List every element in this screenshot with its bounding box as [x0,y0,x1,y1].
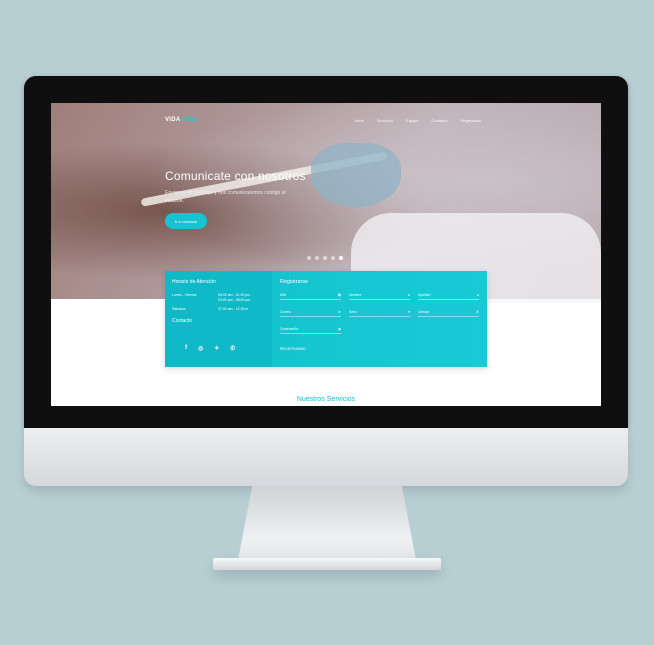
nav-item-equipo[interactable]: Equipo [406,118,418,123]
services-section-title: Nuestros Servicios [296,396,356,403]
nav-item-inicio[interactable]: Inicio [354,118,363,123]
monitor-stand-base [213,558,441,570]
brand-prefix: VIDA [165,117,181,123]
register-panel: Registrarse DNI ▣ Nombre ● Apellido ● Corre… [272,271,487,367]
contact-title: Contacto [172,318,193,324]
social-links: f ◎ ✦ ✆ [185,345,235,352]
hero-text: Envianos un mensaje y nos comunicaremos … [165,190,286,204]
dni-field[interactable]: DNI ▣ [280,293,341,300]
chevron-down-icon: ▾ [408,310,410,314]
hours-row: Lunes - Viernes 08:00 am - 01:00 pm 03:0… [172,293,265,303]
register-form: DNI ▣ Nombre ● Apellido ● Correo ➤ Sexo ▾ Cel… [280,293,479,334]
hours-time: 03:00 pm - 08:00 pm [218,298,251,302]
hours-time: 07:00 am - 12:30 m [218,307,249,311]
apellido-field[interactable]: Apellido ● [418,293,479,300]
slider-dots [307,256,343,260]
slider-dot[interactable] [331,256,335,260]
nav-item-servicios[interactable]: Servicios [377,118,393,123]
id-icon: ▣ [337,293,341,297]
hours-day: Lunes - Viernes [172,293,197,297]
sexo-select[interactable]: Sexo ▾ [349,310,410,317]
register-title: Registrarse [280,279,309,285]
brand-logo[interactable]: VIDASANA [165,117,199,123]
hours-panel: Horario de Atención Lunes - Viernes 08:0… [165,271,272,367]
contact-button[interactable]: Ir a contacto [165,213,207,229]
correo-field[interactable]: Correo ➤ [280,310,341,317]
password-field[interactable]: Contraseña ◆ [280,327,341,334]
hero-image-mask [311,143,401,207]
hours-row: Sábados 07:00 am - 12:30 m [172,307,265,312]
nav-menu: Inicio Servicios Equipo Contacto Registr… [354,118,481,123]
slider-dot-active[interactable] [339,256,343,260]
user-icon: ● [476,293,479,297]
celular-field[interactable]: Celular ✆ [418,310,479,317]
user-icon: ● [407,293,410,297]
send-icon: ➤ [338,310,341,314]
facebook-icon[interactable]: f [185,345,187,352]
brand-suffix: SANA [180,117,199,123]
register-submit-button[interactable]: REGISTRARME [280,347,306,351]
website-screen: VIDASANA Inicio Servicios Equipo Contact… [51,103,601,406]
phone-icon: ✆ [476,310,479,314]
hours-day: Sábados [172,307,186,311]
monitor-stand [238,486,416,560]
nav-item-contacto[interactable]: Contacto [432,118,448,123]
instagram-icon[interactable]: ◎ [198,345,203,352]
navbar: VIDASANA Inicio Servicios Equipo Contact… [51,103,601,137]
info-panel: Horario de Atención Lunes - Viernes 08:0… [165,271,487,367]
slider-dot[interactable] [315,256,319,260]
monitor-chin [24,428,628,486]
twitter-icon[interactable]: ✦ [214,345,219,352]
hero-title: Comunicate con nosotros [165,169,306,183]
nombre-field[interactable]: Nombre ● [349,293,410,300]
slider-dot[interactable] [323,256,327,260]
whatsapp-icon[interactable]: ✆ [230,345,235,352]
hero-slider: VIDASANA Inicio Servicios Equipo Contact… [51,103,601,303]
lock-icon: ◆ [338,327,341,331]
hours-title: Horario de Atención [172,279,216,285]
nav-item-registrarse[interactable]: Registrarse [461,118,481,123]
slider-dot[interactable] [307,256,311,260]
